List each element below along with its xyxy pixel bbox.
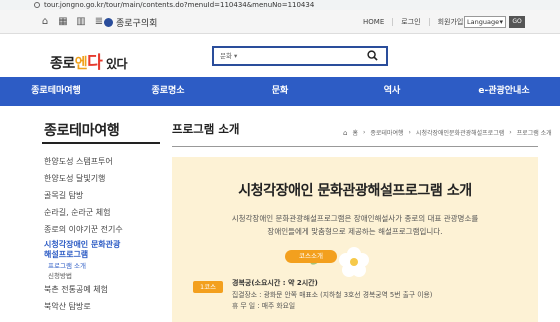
breadcrumb-theme-travel[interactable]: 종로테마여행 [370,128,403,137]
logo-text-itda: 있다 [102,57,128,71]
program-heading: 시청각장애인 문화관광해설프로그램 소개 [238,183,472,199]
program-intro-panel: 시청각장애인 문화관광해설프로그램 소개 시청각장애인 문화관광해설프로그램은 … [172,157,538,322]
sidebar-divider [42,142,160,144]
search-category-select[interactable]: 문화 [220,48,237,64]
course-meeting-place: 집결장소 : 광화문 안쪽 매표소 (지하철 3호선 경복궁역 5번 출구 이용… [232,291,433,299]
page-title: 프로그램 소개 [172,122,240,136]
district-seal-icon [104,18,113,27]
sidebar-item-moonlight-tour[interactable]: 한양도성 달빛기행 [44,170,164,187]
program-description-line2: 장애인들에게 맞춤형으로 제공하는 해설프로그램입니다. [267,227,443,236]
breadcrumb-program[interactable]: 시청각장애인문화관광해설프로그램 [416,128,504,137]
logo-text-en: 엔 [74,56,88,72]
breadcrumb-current: 프로그램 소개 [516,130,552,137]
breadcrumb-separator: › [362,129,366,136]
breadcrumb-separator: › [509,129,512,136]
program-description: 시청각장애인 문화관광해설프로그램은 장애인해설사가 종로의 대표 관광명소를 … [172,212,538,238]
sidebar-item-alley-tour[interactable]: 골목길 탐방 [44,187,164,204]
nav-tour-info[interactable]: e-관광안내소 [448,77,560,106]
sidebar-item-stamp-tour[interactable]: 한양도성 스탬프투어 [44,153,164,170]
sidebar-item-patrol-experience[interactable]: 순라길, 순라군 체험 [44,204,164,221]
course-number-badge: 1코스 [193,281,223,293]
main-nav: 종로테마여행 종로명소 문화 역사 e-관광안내소 [0,77,560,106]
grid-menu-icon[interactable]: ▦ [56,15,70,29]
address-url[interactable]: tour.jongno.go.kr/tour/main/contents.do?… [44,1,314,9]
utility-bar: ⌂ ▦ ▥ ≣ 종로구의회 HOME 로그인 회원가입 Language GO [0,10,560,34]
sidebar-active-label-line2: 해설프로그램 [44,250,89,259]
course-closed-day: 휴 무 일 : 매주 화요일 [232,302,296,310]
home-icon[interactable]: ⌂ [343,129,347,137]
sidebar-item-bukchon-craft[interactable]: 북촌 전통공예 체험 [44,281,164,298]
utility-links: HOME 로그인 회원가입 [355,10,471,34]
program-description-line1: 시청각장애인 문화관광해설프로그램은 장애인해설사가 종로의 대표 관광명소를 [231,214,479,223]
search-icon[interactable] [367,50,378,61]
sidebar-title: 종로테마여행 [44,123,120,139]
home-link[interactable]: HOME [355,18,392,26]
login-link[interactable]: 로그인 [392,18,428,26]
nav-theme-travel[interactable]: 종로테마여행 [0,77,112,106]
language-go-button[interactable]: GO [509,16,525,28]
course-details: 집결장소 : 광화문 안쪽 매표소 (지하철 3호선 경복궁역 5번 출구 이용… [232,290,432,312]
breadcrumb-home[interactable]: 홈 [352,128,358,137]
logo-text-jongno: 종로 [50,56,75,72]
content-divider [172,146,538,147]
sidebar-item-bugaksan-trail[interactable]: 북악산 탐방로 [44,298,164,315]
nav-culture[interactable]: 문화 [224,77,336,106]
sidebar-subitem-program-intro[interactable]: 프로그램 소개 [44,261,164,271]
search-box[interactable]: 문화 [212,46,388,66]
breadcrumb-separator: › [408,129,411,136]
course-name: 경복궁(소요시간 : 약 2시간) [232,279,318,287]
sidebar-item-storyteller[interactable]: 종로의 이야기꾼 전기수 [44,221,164,238]
council-name: 종로구의회 [116,19,158,29]
site-logo[interactable]: 종로엔다 있다 [50,48,128,73]
sidebar-item-accessible-program[interactable]: 시청각장애인 문화관광 해설프로그램 [44,238,164,261]
nav-attractions[interactable]: 종로명소 [112,77,224,106]
flower-icon [339,247,369,277]
site-shortcuts: ⌂ ▦ ▥ ≣ [38,10,106,34]
nav-history[interactable]: 역사 [336,77,448,106]
home-icon[interactable]: ⌂ [38,15,52,29]
council-link[interactable]: 종로구의회 [104,16,157,29]
browser-address-bar[interactable]: tour.jongno.go.kr/tour/main/contents.do?… [0,0,560,10]
sidebar-subitem-how-to-apply[interactable]: 신청방법 [44,271,164,281]
site-header: 종로엔다 있다 문화 [0,35,560,77]
logo-text-da: 다 [87,53,103,73]
breadcrumb: ⌂ 홈 › 종로테마여행 › 시청각장애인문화관광해설프로그램 › 프로그램 소… [343,128,552,138]
course-intro-badge: 코스소개 [285,250,337,263]
sidebar-active-label-line1: 시청각장애인 문화관광 [44,240,121,249]
security-info-icon[interactable] [34,2,40,8]
building-icon[interactable]: ▥ [74,15,88,29]
sidebar-menu: 한양도성 스탬프투어 한양도성 달빛기행 골목길 탐방 순라길, 순라군 체험 … [44,153,164,315]
language-select[interactable]: Language [464,16,506,28]
